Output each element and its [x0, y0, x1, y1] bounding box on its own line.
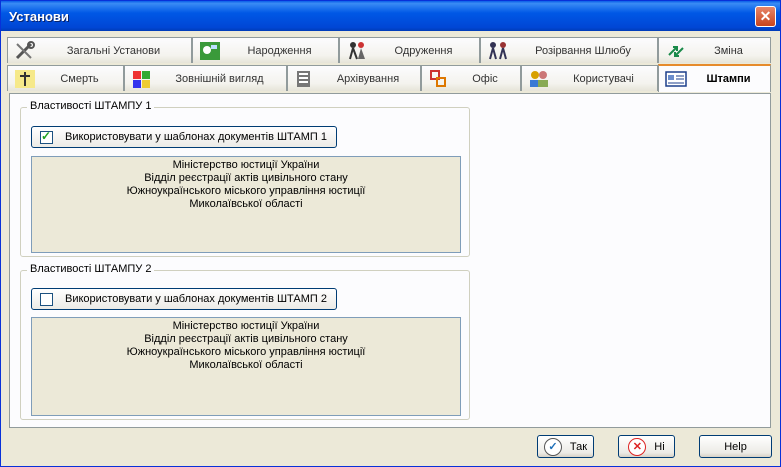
stamp1-checkbox-box[interactable]: ✓	[40, 128, 53, 144]
stamp1-legend: Властивості ШТАМПУ 1	[27, 100, 155, 112]
birth-icon	[199, 41, 221, 61]
appearance-icon	[131, 69, 153, 89]
office-icon	[428, 69, 450, 89]
tab-users[interactable]: Користувачі	[521, 65, 658, 91]
tab-appearance[interactable]: Зовнішній вигляд	[124, 65, 287, 91]
change-arrows-icon	[665, 41, 687, 61]
tab-birth-label: Народження	[247, 44, 312, 57]
checkmark-icon: ✓	[41, 128, 52, 143]
ok-button[interactable]: ✓ Так	[537, 435, 594, 458]
stamps-panel: Властивості ШТАМПУ 1 ✓ Використовувати у…	[9, 93, 771, 428]
stamp-card-icon	[665, 69, 687, 89]
close-icon: ✕	[759, 8, 772, 24]
title-bar[interactable]: Установи ✕	[1, 1, 780, 31]
stamp2-text-area[interactable]: Міністерство юстиції України Відділ реєс…	[31, 317, 461, 416]
ok-label: Так	[569, 440, 588, 453]
close-button[interactable]: ✕	[755, 6, 776, 27]
archive-icon	[294, 69, 316, 89]
tab-archive[interactable]: Архівування	[287, 65, 421, 91]
stamp2-checkbox-label: Використовувати у шаблонах документів ШТ…	[65, 293, 327, 305]
stamp2-group: Властивості ШТАМПУ 2 Використовувати у ш…	[20, 263, 470, 420]
stamp2-line: Відділ реєстрації актів цивільного стану	[144, 333, 348, 345]
stamp1-checkbox-label: Використовувати у шаблонах документів ШТ…	[65, 131, 327, 143]
tools-icon	[14, 40, 36, 61]
checkmark-circle-icon: ✓	[543, 437, 562, 456]
no-label: Ні	[654, 440, 665, 453]
tab-marriage[interactable]: Одруження	[339, 37, 480, 63]
tab-general-label: Загальні Установи	[66, 44, 161, 57]
cross-icon	[14, 69, 36, 89]
tab-appearance-label: Зовнішній вигляд	[175, 72, 264, 85]
stamp2-line: Міністерство юстиції України	[172, 320, 320, 332]
tab-office[interactable]: Офіс	[421, 65, 521, 91]
tab-stamps-label: Штампи	[706, 73, 751, 85]
stamp1-group: Властивості ШТАМПУ 1 ✓ Використовувати у…	[20, 100, 470, 257]
tab-birth[interactable]: Народження	[192, 37, 339, 63]
window-title: Установи	[9, 9, 69, 24]
tab-change[interactable]: Зміна	[658, 37, 771, 63]
tab-archive-label: Архівування	[336, 72, 400, 85]
tab-change-label: Зміна	[714, 44, 743, 57]
stamp2-line: Южноукраїнського міського управління юст…	[126, 346, 366, 358]
tab-strip: Загальні Установи Народження Одруження Р…	[7, 37, 771, 94]
stamp1-line: Міністерство юстиції України	[172, 159, 320, 171]
wedding-icon	[346, 41, 368, 61]
settings-window: Установи ✕ Загальні Установи Народження …	[0, 0, 781, 467]
stamp2-legend: Властивості ШТАМПУ 2	[27, 263, 155, 275]
help-button[interactable]: Help	[699, 435, 772, 458]
stamp1-line: Миколаївської області	[189, 198, 303, 210]
stamp1-text-area[interactable]: Міністерство юстиції України Відділ реєс…	[31, 156, 461, 253]
tab-death-label: Смерть	[60, 72, 99, 85]
tab-divorce[interactable]: Розірвання Шлюбу	[480, 37, 658, 63]
stamp1-use-checkbox[interactable]: ✓ Використовувати у шаблонах документів …	[31, 126, 337, 148]
tab-general[interactable]: Загальні Установи	[7, 37, 192, 63]
stamp1-line: Южноукраїнського міського управління юст…	[126, 185, 366, 197]
users-icon	[528, 69, 550, 89]
tab-marriage-label: Одруження	[394, 44, 453, 57]
stamp2-line: Миколаївської області	[189, 359, 303, 371]
tab-users-label: Користувачі	[573, 72, 634, 85]
cancel-x-icon: ✕	[628, 437, 647, 456]
tab-stamps[interactable]: Штампи	[658, 64, 771, 92]
divorce-icon	[487, 41, 509, 61]
no-button[interactable]: ✕ Ні	[618, 435, 675, 458]
tab-divorce-label: Розірвання Шлюбу	[535, 44, 631, 57]
stamp1-line: Відділ реєстрації актів цивільного стану	[144, 172, 348, 184]
stamp2-checkbox-box[interactable]	[40, 292, 53, 306]
stamp2-use-checkbox[interactable]: Використовувати у шаблонах документів ШТ…	[31, 288, 337, 310]
tab-death[interactable]: Смерть	[7, 65, 124, 91]
help-label: Help	[724, 440, 747, 453]
tab-office-label: Офіс	[472, 72, 498, 85]
